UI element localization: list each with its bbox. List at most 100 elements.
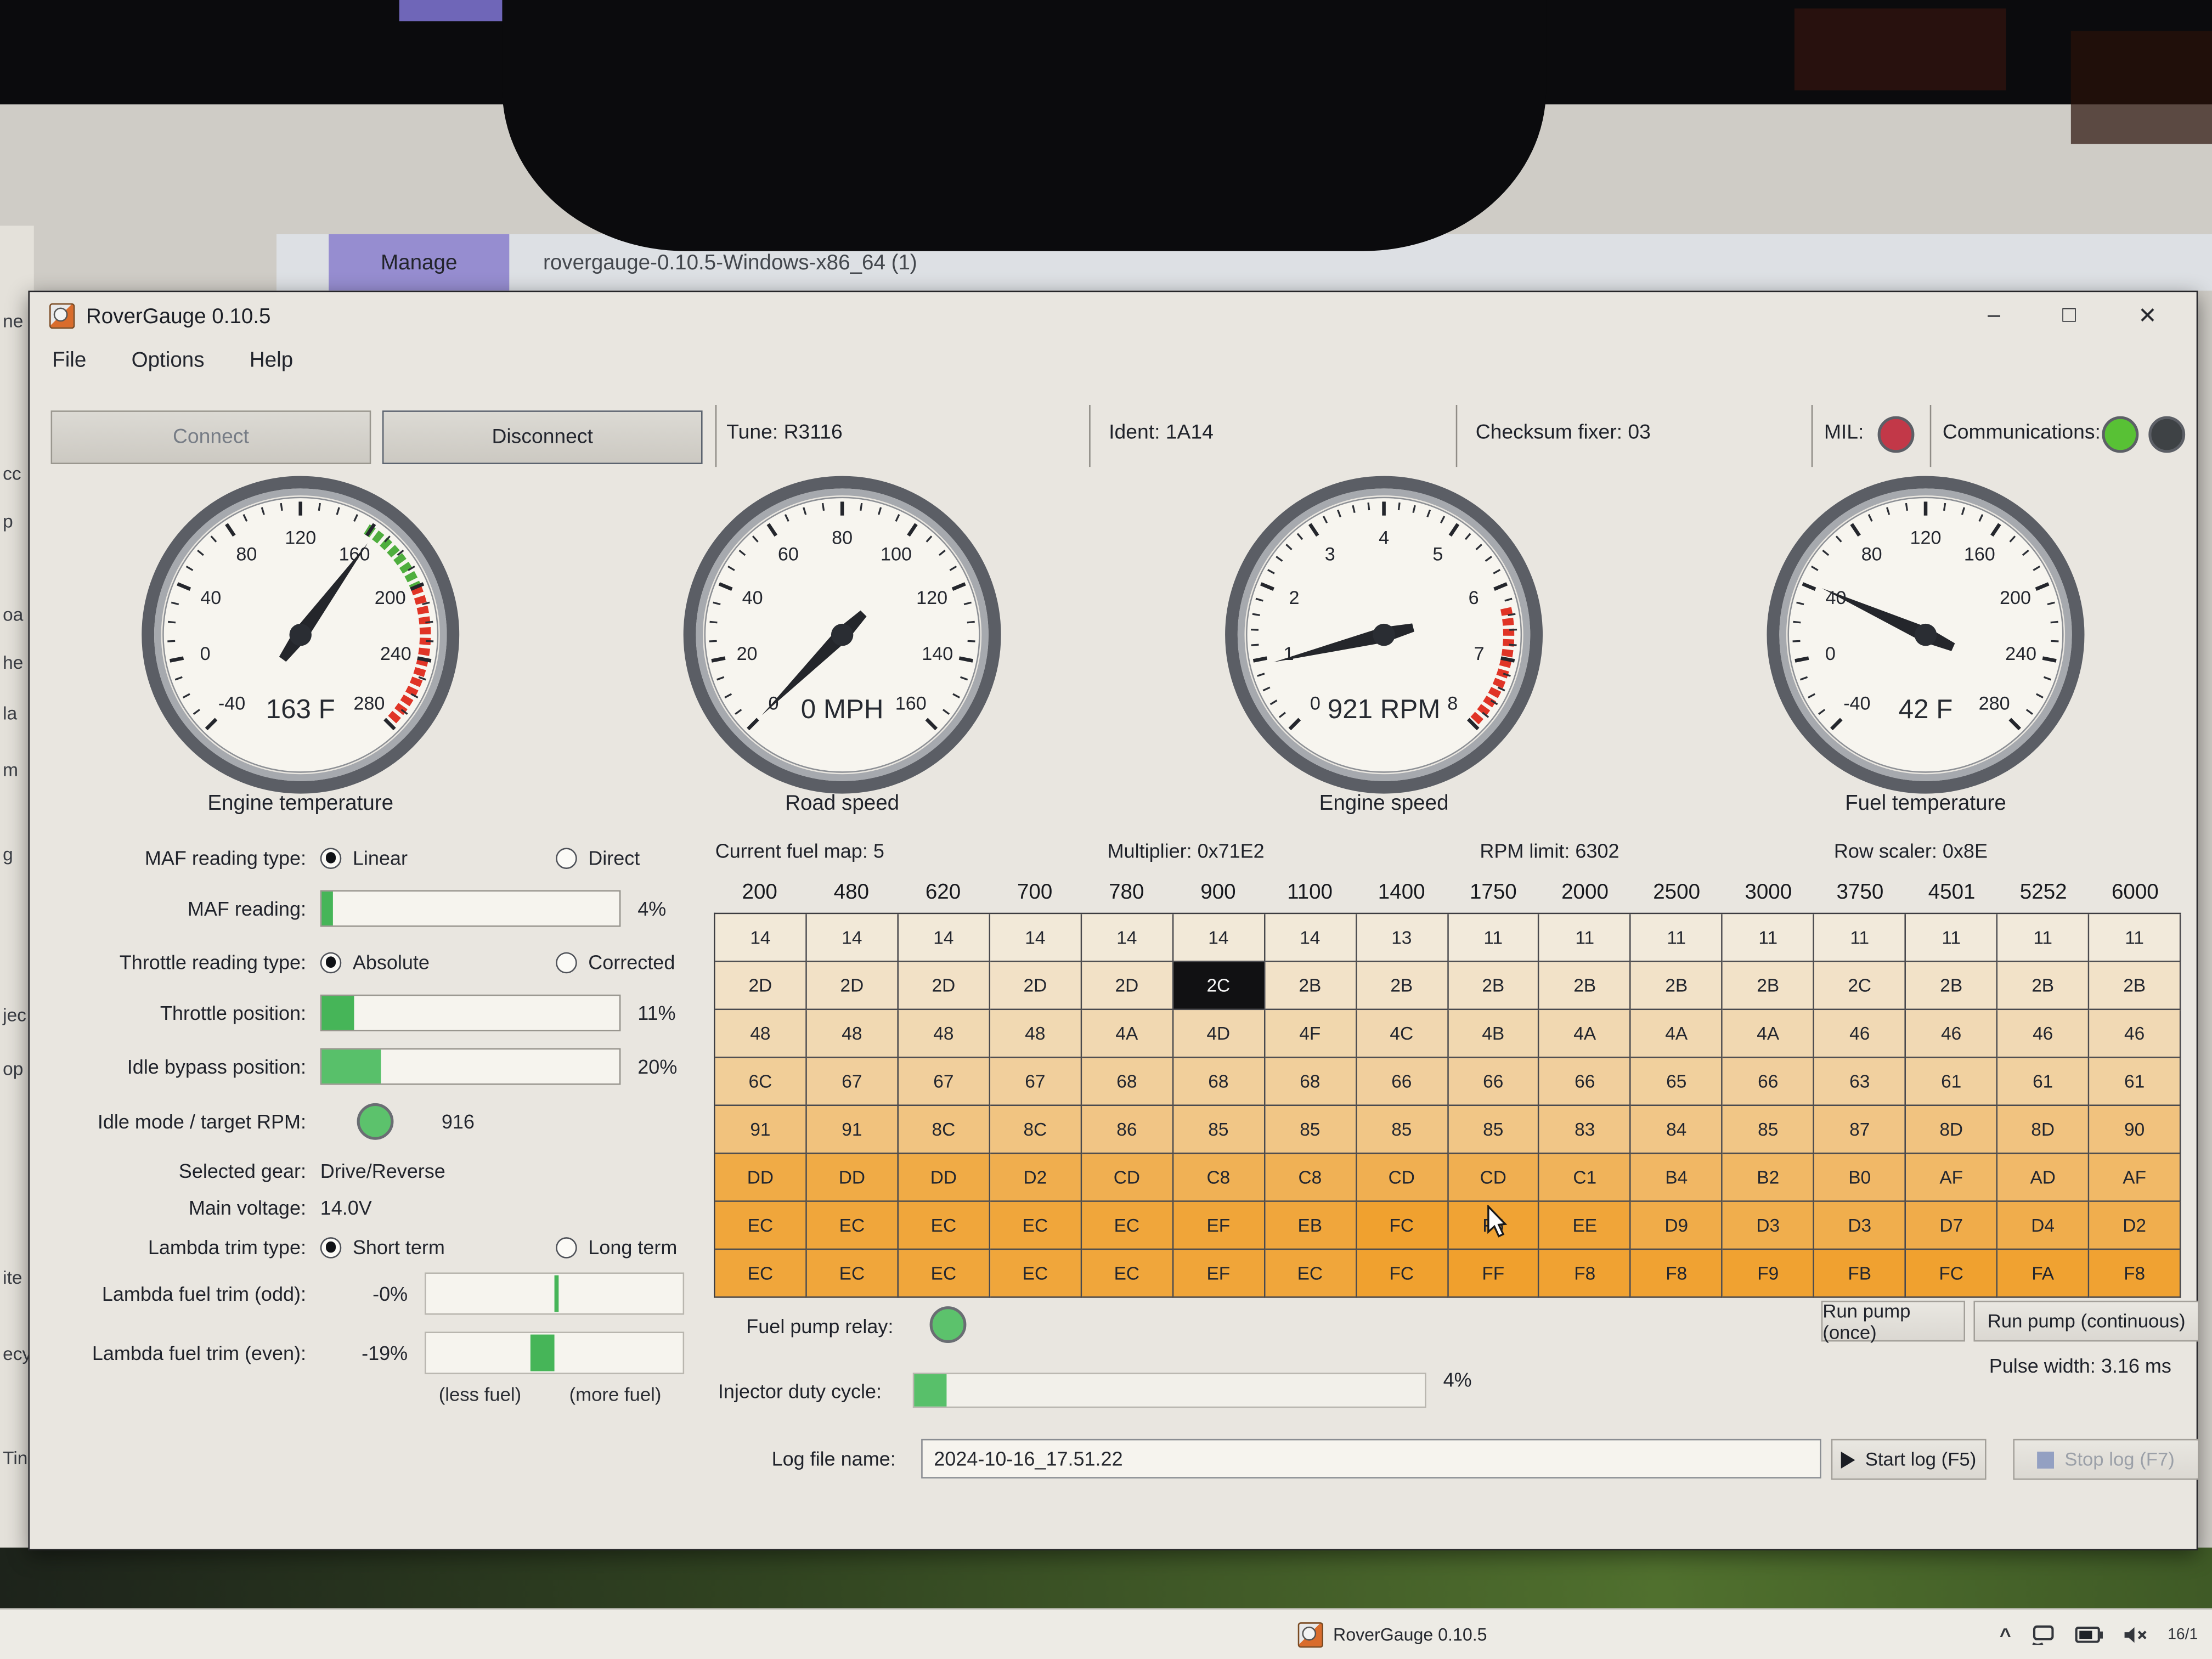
fuel-map-cell[interactable]: 91 xyxy=(807,1106,899,1154)
fuel-map-cell[interactable]: 2B xyxy=(1997,962,2089,1010)
fuel-map-cell[interactable]: 65 xyxy=(1632,1058,1723,1106)
fuel-map-cell[interactable]: 2D xyxy=(990,962,1082,1010)
fuel-map-cell[interactable]: CD xyxy=(1357,1154,1448,1201)
fuel-map-cell[interactable]: 11 xyxy=(1448,914,1540,962)
fuel-map-cell[interactable]: 11 xyxy=(1815,914,1906,962)
fuel-map-cell[interactable]: 8D xyxy=(1906,1106,1997,1154)
explorer-manage-tab[interactable]: Manage xyxy=(329,234,509,291)
fuel-map-cell[interactable]: FC xyxy=(1906,1250,1997,1297)
fuel-map-cell[interactable]: 66 xyxy=(1448,1058,1540,1106)
fuel-map-cell[interactable]: D3 xyxy=(1815,1202,1906,1250)
fuel-map-cell[interactable]: AF xyxy=(2089,1154,2181,1201)
fuel-map-cell[interactable]: EC xyxy=(715,1250,807,1297)
fuel-map-cell[interactable]: 85 xyxy=(1173,1106,1265,1154)
fuel-map-cell[interactable]: 61 xyxy=(1997,1058,2089,1106)
fuel-map-cell[interactable]: 48 xyxy=(715,1010,807,1058)
fuel-map-cell[interactable]: D7 xyxy=(1906,1202,1997,1250)
fuel-map-cell[interactable]: 66 xyxy=(1357,1058,1448,1106)
fuel-map-cell[interactable]: 6C xyxy=(715,1058,807,1106)
lambda-short-term-radio[interactable] xyxy=(320,1237,342,1258)
cast-display-icon[interactable] xyxy=(2031,1625,2055,1645)
fuel-map-cell[interactable]: 2B xyxy=(1448,962,1540,1010)
fuel-map-cell[interactable]: D2 xyxy=(2089,1202,2181,1250)
maf-direct-radio[interactable] xyxy=(556,847,577,868)
fuel-map-cell[interactable]: 14 xyxy=(1082,914,1173,962)
fuel-map-cell[interactable]: 11 xyxy=(1906,914,1997,962)
fuel-map-cell[interactable]: DD xyxy=(807,1154,899,1201)
clock[interactable]: 16/1 xyxy=(2168,1627,2198,1644)
fuel-map-cell[interactable]: EF xyxy=(1173,1202,1265,1250)
fuel-map-cell[interactable]: EC xyxy=(1082,1250,1173,1297)
fuel-map-cell[interactable]: FC xyxy=(1357,1202,1448,1250)
fuel-map-cell[interactable]: 84 xyxy=(1632,1106,1723,1154)
fuel-map-cell[interactable]: 14 xyxy=(715,914,807,962)
fuel-map-cell[interactable]: 11 xyxy=(2089,914,2181,962)
fuel-map-cell[interactable]: 2C xyxy=(1173,962,1265,1010)
volume-muted-icon[interactable] xyxy=(2123,1625,2148,1645)
fuel-map-cell[interactable]: 11 xyxy=(1723,914,1815,962)
menu-options[interactable]: Options xyxy=(132,348,205,372)
start-log-button[interactable]: Start log (F5) xyxy=(1831,1439,1987,1480)
fuel-map-cell[interactable]: 4C xyxy=(1357,1010,1448,1058)
fuel-map-cell[interactable]: F9 xyxy=(1723,1250,1815,1297)
fuel-map-cell[interactable]: FF xyxy=(1448,1250,1540,1297)
fuel-map-cell[interactable]: 66 xyxy=(1723,1058,1815,1106)
fuel-map-cell[interactable]: EE xyxy=(1540,1202,1632,1250)
fuel-map-cell[interactable]: 61 xyxy=(2089,1058,2181,1106)
fuel-map-cell[interactable]: 46 xyxy=(1997,1010,2089,1058)
fuel-map-cell[interactable]: EC xyxy=(1082,1202,1173,1250)
window-titlebar[interactable]: RoverGauge 0.10.5 – □ ✕ xyxy=(30,292,2197,340)
fuel-map-cell[interactable]: 91 xyxy=(715,1106,807,1154)
fuel-map-cell[interactable]: 48 xyxy=(807,1010,899,1058)
fuel-map-cell[interactable]: 48 xyxy=(990,1010,1082,1058)
fuel-map-cell[interactable]: 4A xyxy=(1540,1010,1632,1058)
fuel-map-cell[interactable]: 2D xyxy=(807,962,899,1010)
fuel-map-cell[interactable]: EF xyxy=(1173,1250,1265,1297)
fuel-map-cell[interactable]: EC xyxy=(715,1202,807,1250)
fuel-map-cell[interactable]: 83 xyxy=(1540,1106,1632,1154)
disconnect-button[interactable]: Disconnect xyxy=(382,410,703,464)
fuel-map-cell[interactable]: CD xyxy=(1082,1154,1173,1201)
fuel-map-cell[interactable]: 2D xyxy=(899,962,990,1010)
fuel-map-cell[interactable]: 66 xyxy=(1540,1058,1632,1106)
fuel-map-cell[interactable]: 4A xyxy=(1723,1010,1815,1058)
fuel-map-cell[interactable]: CD xyxy=(1448,1154,1540,1201)
fuel-map-cell[interactable]: 8C xyxy=(990,1106,1082,1154)
fuel-map-cell[interactable]: C8 xyxy=(1173,1154,1265,1201)
fuel-map-cell[interactable]: 46 xyxy=(2089,1010,2181,1058)
fuel-map-cell[interactable]: 4D xyxy=(1173,1010,1265,1058)
fuel-map-cell[interactable]: 68 xyxy=(1173,1058,1265,1106)
fuel-map-cell[interactable]: B2 xyxy=(1723,1154,1815,1201)
fuel-map-cell[interactable]: EC xyxy=(807,1250,899,1297)
taskbar-item-rovergauge[interactable]: RoverGauge 0.10.5 xyxy=(1298,1622,1487,1647)
fuel-map-cell[interactable]: D9 xyxy=(1632,1202,1723,1250)
fuel-map-cell[interactable]: F8 xyxy=(2089,1250,2181,1297)
fuel-map-cell[interactable]: 90 xyxy=(2089,1106,2181,1154)
lambda-long-term-radio[interactable] xyxy=(556,1237,577,1258)
run-pump-once-button[interactable]: Run pump (once) xyxy=(1821,1301,1965,1342)
battery-icon[interactable] xyxy=(2074,1627,2102,1644)
connect-button[interactable]: Connect xyxy=(51,410,371,464)
fuel-map-cell[interactable]: 14 xyxy=(1265,914,1357,962)
fuel-map-cell[interactable]: F5 xyxy=(1448,1202,1540,1250)
fuel-map-cell[interactable]: EB xyxy=(1265,1202,1357,1250)
fuel-map-cell[interactable]: 2B xyxy=(1723,962,1815,1010)
fuel-map-cell[interactable]: 13 xyxy=(1357,914,1448,962)
minimize-button[interactable]: – xyxy=(1988,303,2000,329)
fuel-map-cell[interactable]: 2B xyxy=(1357,962,1448,1010)
throttle-corrected-radio[interactable] xyxy=(556,951,577,973)
maf-linear-radio[interactable] xyxy=(320,847,342,868)
fuel-map-cell[interactable]: D3 xyxy=(1723,1202,1815,1250)
fuel-map-cell[interactable]: 85 xyxy=(1357,1106,1448,1154)
fuel-map-cell[interactable]: 87 xyxy=(1815,1106,1906,1154)
fuel-map-cell[interactable]: 48 xyxy=(899,1010,990,1058)
fuel-map-cell[interactable]: 2B xyxy=(1632,962,1723,1010)
fuel-map-cell[interactable]: 2B xyxy=(1540,962,1632,1010)
fuel-map-cell[interactable]: 63 xyxy=(1815,1058,1906,1106)
fuel-map-cell[interactable]: FA xyxy=(1997,1250,2089,1297)
fuel-map-cell[interactable]: D4 xyxy=(1997,1202,2089,1250)
fuel-map-cell[interactable]: 2C xyxy=(1815,962,1906,1010)
fuel-map-cell[interactable]: AF xyxy=(1906,1154,1997,1201)
log-file-name-input[interactable]: 2024-10-16_17.51.22 xyxy=(921,1439,1821,1479)
fuel-map-cell[interactable]: 68 xyxy=(1082,1058,1173,1106)
